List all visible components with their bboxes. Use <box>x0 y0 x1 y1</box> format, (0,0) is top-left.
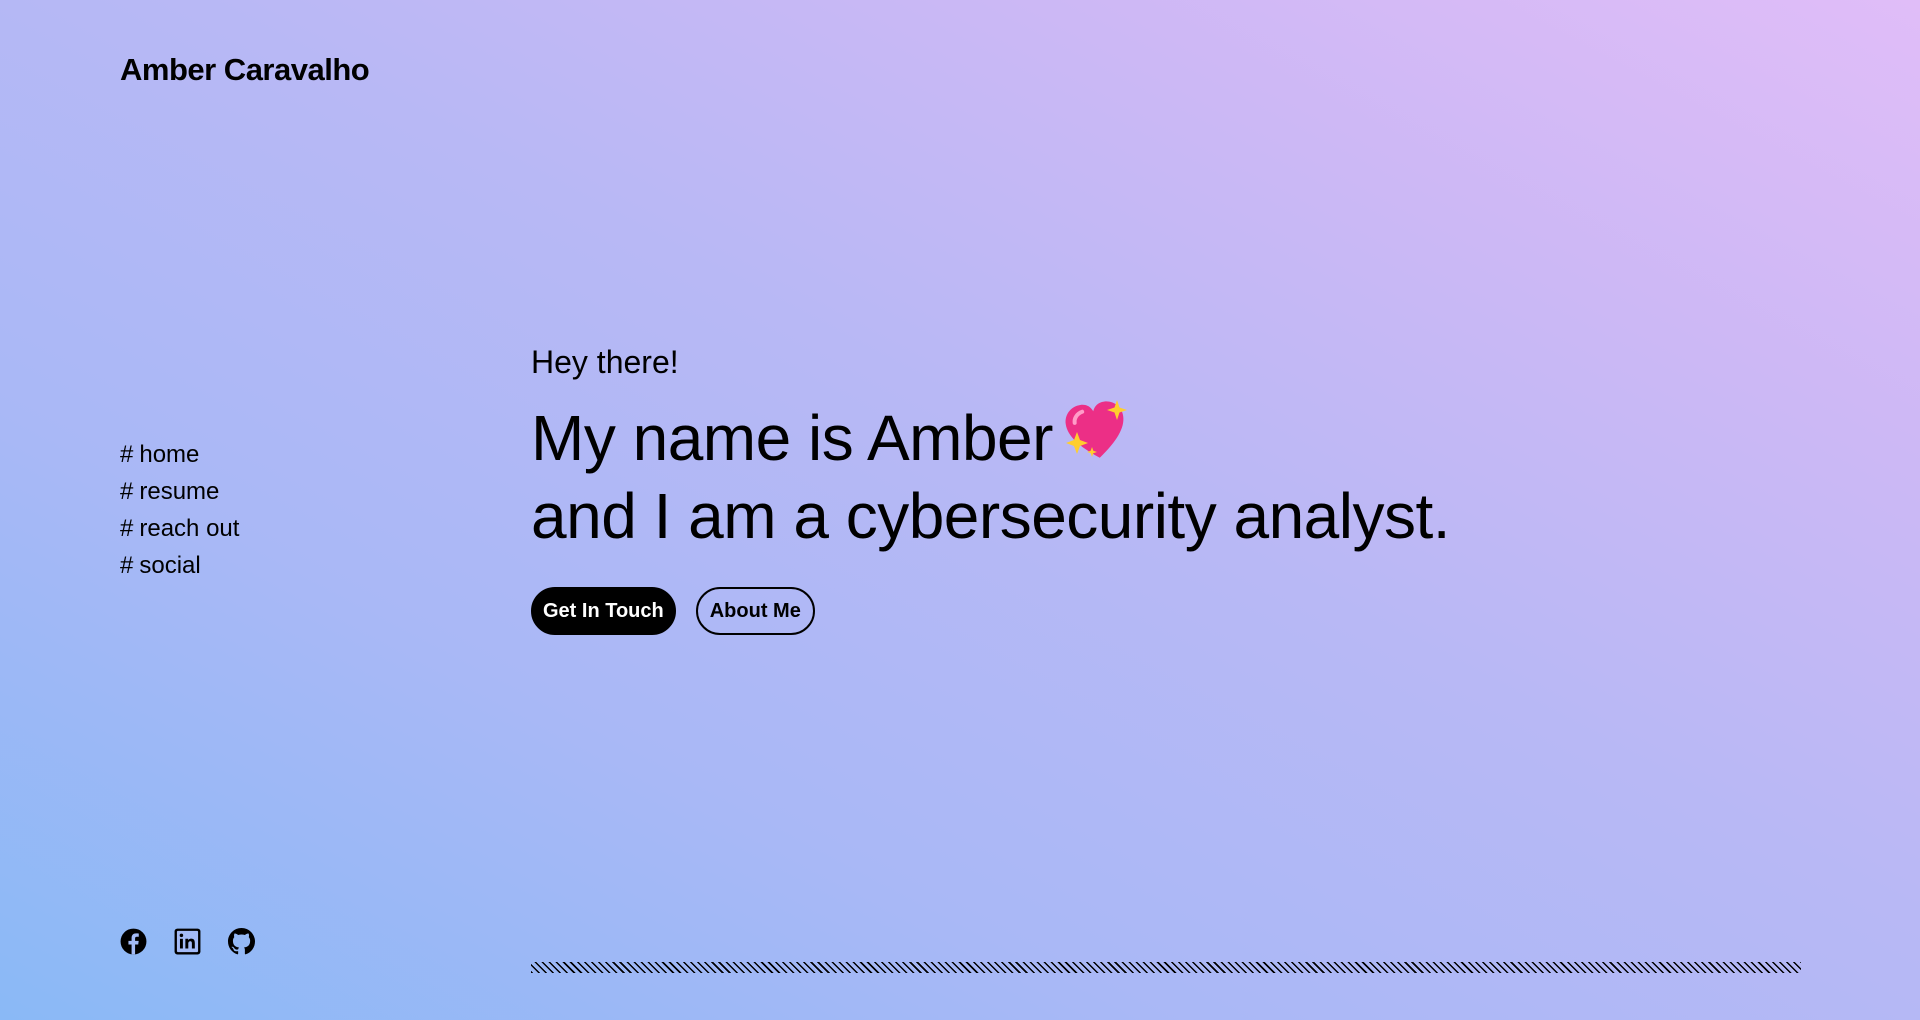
nav-hash: # <box>120 552 134 579</box>
side-navigation: # home # resume # reach out # social <box>120 436 239 584</box>
nav-item-label: resume <box>139 478 220 505</box>
nav-hash: # <box>120 441 134 468</box>
hero-greeting: Hey there! <box>531 344 679 380</box>
nav-hash: # <box>120 478 134 505</box>
nav-item-reach-out[interactable]: # reach out <box>120 510 239 547</box>
linkedin-icon[interactable] <box>174 928 201 955</box>
hero-actions: Get In Touch About Me <box>531 587 1450 635</box>
site-brand[interactable]: Amber Caravalho <box>120 52 370 88</box>
social-links <box>120 928 255 955</box>
nav-item-resume[interactable]: # resume <box>120 473 239 510</box>
get-in-touch-button[interactable]: Get In Touch <box>531 587 676 635</box>
headline-line-1: My name is Amber <box>531 402 1053 474</box>
decorative-striped-rule <box>531 962 1801 973</box>
sparkling-heart-icon <box>1063 398 1129 479</box>
nav-item-label: home <box>139 441 200 468</box>
hero-section: Hey there! My name is Amber and I am a c… <box>531 340 1451 635</box>
nav-hash: # <box>120 515 134 542</box>
headline-line-2: and I am a cybersecurity analyst. <box>531 480 1451 552</box>
nav-item-label: reach out <box>139 515 240 542</box>
about-me-button[interactable]: About Me <box>695 587 815 635</box>
nav-item-social[interactable]: # social <box>120 547 239 584</box>
nav-item-home[interactable]: # home <box>120 436 239 473</box>
facebook-icon[interactable] <box>120 928 147 955</box>
nav-item-label: social <box>139 552 201 579</box>
hero-headline: My name is Amber and I am a cybersecurit… <box>531 398 1451 553</box>
github-icon[interactable] <box>228 928 255 955</box>
